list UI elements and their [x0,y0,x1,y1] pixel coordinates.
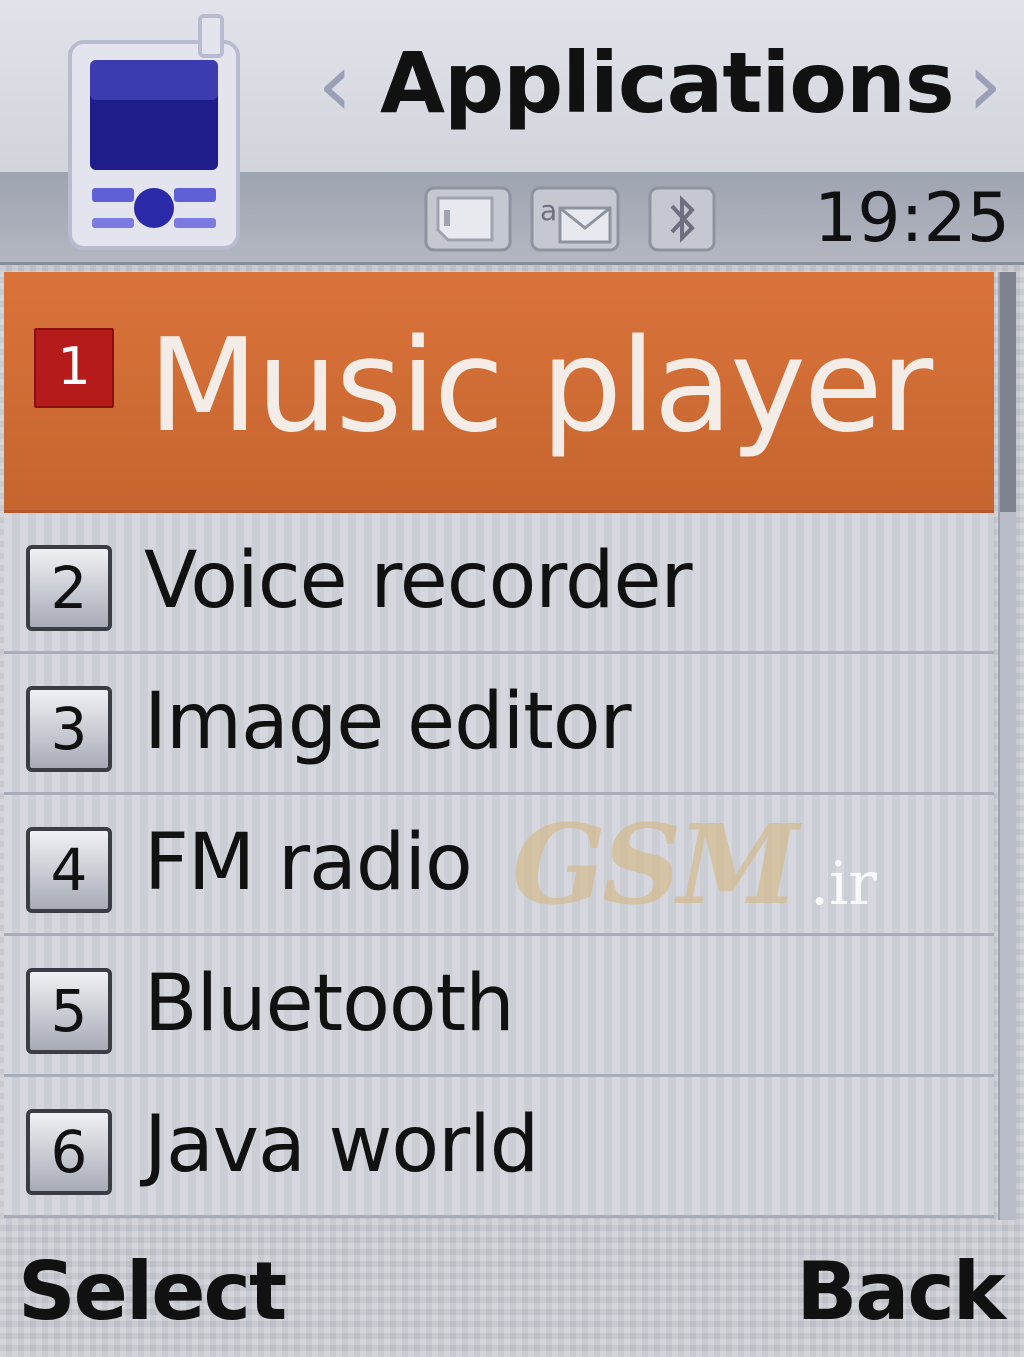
clock: 19:25 [814,179,1010,258]
menu-item-number: 6 [26,1109,112,1195]
menu-item-number: 3 [26,686,112,772]
menu-list: 1 Music player 2 Voice recorder 3 Image … [0,272,1000,1220]
menu-item-voice-recorder[interactable]: 2 Voice recorder [4,513,994,654]
phone-device-icon [68,14,240,250]
menu-item-label: Music player [148,312,933,461]
message-icon: a [530,186,620,252]
sim-card-icon [424,186,512,252]
menu-item-music-player[interactable]: 1 Music player [4,272,994,513]
watermark: GSM .ir [512,800,912,930]
bluetooth-icon [648,186,716,252]
menu-item-bluetooth[interactable]: 5 Bluetooth [4,936,994,1077]
scrollbar[interactable] [998,272,1016,1220]
menu-item-label: Java world [144,1100,539,1190]
menu-item-number: 2 [26,545,112,631]
svg-text:a: a [540,194,557,227]
back-softkey[interactable]: Back [796,1242,1006,1342]
menu-item-image-editor[interactable]: 3 Image editor [4,654,994,795]
menu-item-label: Bluetooth [144,959,515,1049]
menu-item-label: Voice recorder [144,536,693,626]
menu-item-number: 1 [34,328,114,408]
scroll-thumb[interactable] [1000,272,1016,512]
watermark-text: GSM [512,800,799,929]
screen-title: Applications [380,34,955,132]
previous-screen-arrow-icon[interactable]: ‹ [300,40,370,130]
next-screen-arrow-icon[interactable]: › [950,40,1020,130]
softkey-bar: Select Back [0,1222,1024,1357]
watermark-suffix: .ir [810,849,877,919]
menu-item-label: FM radio [144,818,473,908]
menu-item-label: Image editor [144,677,632,767]
menu-item-number: 4 [26,827,112,913]
menu-item-java-world[interactable]: 6 Java world [4,1077,994,1218]
select-softkey[interactable]: Select [18,1242,287,1342]
menu-item-number: 5 [26,968,112,1054]
header: ‹ Applications › a 19:25 [0,0,1024,265]
